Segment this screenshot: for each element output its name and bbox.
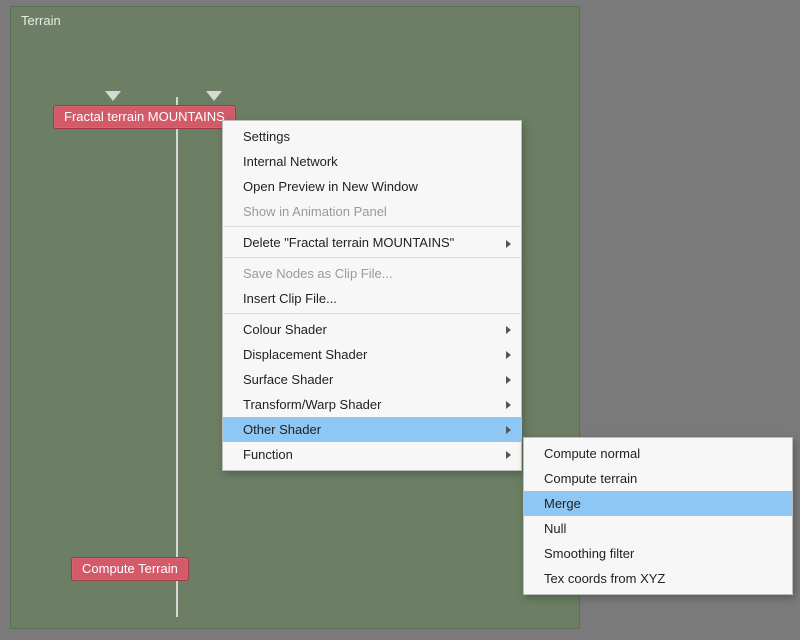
submenu-item-compute-terrain[interactable]: Compute terrain xyxy=(524,466,792,491)
menu-item-label: Transform/Warp Shader xyxy=(243,397,381,412)
menu-item-label: Compute normal xyxy=(544,446,640,461)
node-input-arrow-icon xyxy=(105,91,121,101)
chevron-right-icon xyxy=(506,240,511,248)
menu-item-label: Function xyxy=(243,447,293,462)
menu-item-label: Tex coords from XYZ xyxy=(544,571,665,586)
node-compute-terrain[interactable]: Compute Terrain xyxy=(71,557,189,581)
chevron-right-icon xyxy=(506,426,511,434)
menu-item-open-preview[interactable]: Open Preview in New Window xyxy=(223,174,521,199)
menu-item-colour-shader[interactable]: Colour Shader xyxy=(223,317,521,342)
chevron-right-icon xyxy=(506,351,511,359)
submenu-item-tex-coords-from-xyz[interactable]: Tex coords from XYZ xyxy=(524,566,792,591)
submenu-item-merge[interactable]: Merge xyxy=(524,491,792,516)
menu-item-label: Delete "Fractal terrain MOUNTAINS" xyxy=(243,235,454,250)
menu-item-show-in-animation-panel: Show in Animation Panel xyxy=(223,199,521,227)
node-input-arrow-icon xyxy=(206,91,222,101)
context-menu: Settings Internal Network Open Preview i… xyxy=(222,120,522,471)
menu-item-other-shader[interactable]: Other Shader xyxy=(223,417,521,442)
menu-item-label: Colour Shader xyxy=(243,322,327,337)
menu-item-label: Smoothing filter xyxy=(544,546,634,561)
submenu-item-smoothing-filter[interactable]: Smoothing filter xyxy=(524,541,792,566)
menu-item-label: Internal Network xyxy=(243,154,338,169)
menu-item-label: Insert Clip File... xyxy=(243,291,337,306)
chevron-right-icon xyxy=(506,376,511,384)
menu-item-label: Save Nodes as Clip File... xyxy=(243,266,393,281)
submenu-item-compute-normal[interactable]: Compute normal xyxy=(524,441,792,466)
node-fractal-terrain-mountains[interactable]: Fractal terrain MOUNTAINS xyxy=(53,105,236,129)
menu-item-displacement-shader[interactable]: Displacement Shader xyxy=(223,342,521,367)
node-label: Compute Terrain xyxy=(82,561,178,576)
menu-item-label: Null xyxy=(544,521,566,536)
node-label: Fractal terrain MOUNTAINS xyxy=(64,109,225,124)
chevron-right-icon xyxy=(506,326,511,334)
chevron-right-icon xyxy=(506,401,511,409)
menu-item-insert-clip[interactable]: Insert Clip File... xyxy=(223,286,521,314)
menu-item-internal-network[interactable]: Internal Network xyxy=(223,149,521,174)
menu-item-settings[interactable]: Settings xyxy=(223,124,521,149)
menu-item-label: Compute terrain xyxy=(544,471,637,486)
panel-title: Terrain xyxy=(21,13,61,28)
menu-item-label: Show in Animation Panel xyxy=(243,204,387,219)
menu-item-label: Other Shader xyxy=(243,422,321,437)
menu-item-label: Displacement Shader xyxy=(243,347,367,362)
context-submenu-other-shader: Compute normal Compute terrain Merge Nul… xyxy=(523,437,793,595)
menu-item-delete[interactable]: Delete "Fractal terrain MOUNTAINS" xyxy=(223,230,521,258)
menu-item-label: Open Preview in New Window xyxy=(243,179,418,194)
menu-item-save-clip: Save Nodes as Clip File... xyxy=(223,261,521,286)
menu-item-label: Merge xyxy=(544,496,581,511)
menu-item-label: Settings xyxy=(243,129,290,144)
node-connector xyxy=(176,97,178,617)
menu-item-transform-warp-shader[interactable]: Transform/Warp Shader xyxy=(223,392,521,417)
chevron-right-icon xyxy=(506,451,511,459)
menu-item-surface-shader[interactable]: Surface Shader xyxy=(223,367,521,392)
submenu-item-null[interactable]: Null xyxy=(524,516,792,541)
menu-item-label: Surface Shader xyxy=(243,372,333,387)
menu-item-function[interactable]: Function xyxy=(223,442,521,467)
